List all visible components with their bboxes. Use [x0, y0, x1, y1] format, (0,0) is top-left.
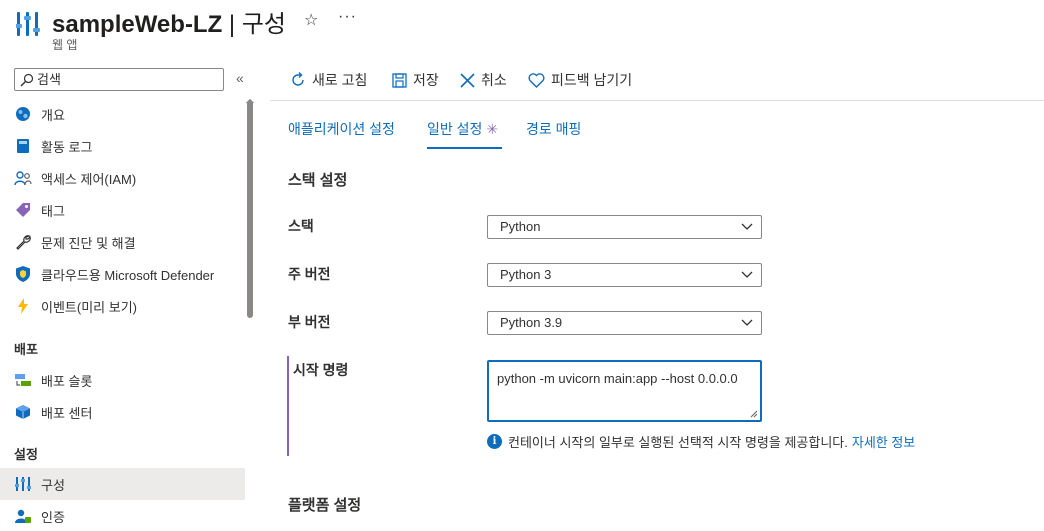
startup-command-label: 시작 명령: [293, 362, 349, 378]
minor-version-dropdown[interactable]: Python 3.9: [487, 311, 762, 335]
help-text: 컨테이너 시작의 일부로 실행된 선택적 시작 명령을 제공합니다.: [508, 435, 848, 450]
feedback-button[interactable]: 피드백 남기기: [528, 70, 632, 90]
search-icon: [20, 73, 34, 87]
slots-icon: [14, 371, 32, 389]
sidebar-item-events[interactable]: 이벤트(미리 보기): [0, 290, 245, 322]
sidebar-item-label: 인증: [41, 509, 65, 525]
stack-settings-heading: 스택 설정: [288, 172, 348, 189]
sidebar-item-overview[interactable]: 개요: [0, 98, 245, 130]
config-icon: [14, 475, 32, 493]
section-header-settings: 설정: [14, 447, 38, 462]
tab-general-settings[interactable]: 일반 설정 ✳: [427, 119, 498, 139]
sidebar-item-label: 클라우드용 Microsoft Defender: [41, 267, 215, 283]
page-title: sampleWeb-LZ | 구성: [52, 4, 286, 39]
stack-label: 스택: [288, 218, 314, 234]
blade-header: sampleWeb-LZ | 구성 ☆ ··· 웹 앱: [0, 0, 1044, 58]
major-version-dropdown[interactable]: Python 3: [487, 263, 762, 287]
minor-version-label: 부 버전: [288, 314, 331, 330]
sidebar-item-authentication[interactable]: 인증: [0, 500, 245, 531]
tag-icon: [14, 201, 32, 219]
config-tabs: 애플리케이션 설정 일반 설정 ✳ 경로 매핑: [270, 101, 1044, 151]
scrollbar-thumb[interactable]: [247, 100, 253, 318]
sidebar-item-label: 배포 슬롯: [41, 373, 93, 389]
discard-button[interactable]: 취소: [460, 70, 507, 90]
stack-dropdown[interactable]: Python: [487, 215, 762, 239]
section-header-deployment: 배포: [14, 342, 38, 357]
title-separator: |: [222, 11, 242, 38]
configuration-icon: [16, 12, 40, 36]
search-input[interactable]: [37, 70, 217, 89]
learn-more-link[interactable]: 자세한 정보: [852, 432, 915, 451]
resource-type: 웹 앱: [52, 38, 78, 52]
startup-command-value: python -m uvicorn main:app --host 0.0.0.…: [497, 371, 738, 386]
sidebar-item-defender[interactable]: 클라우드용 Microsoft Defender: [0, 258, 245, 290]
sidebar-item-label: 구성: [41, 477, 65, 493]
startup-command-help: i 컨테이너 시작의 일부로 실행된 선택적 시작 명령을 제공합니다. 자세한…: [487, 432, 915, 451]
tab-path-mappings[interactable]: 경로 매핑: [526, 119, 581, 139]
lightning-icon: [14, 297, 32, 315]
sidebar-item-tags[interactable]: 태그: [0, 194, 245, 226]
save-icon: [392, 72, 407, 88]
blade-name: 구성: [241, 11, 286, 38]
save-label: 저장: [413, 72, 439, 88]
chevron-down-icon: [741, 223, 753, 230]
sidebar-item-deployment-slots[interactable]: 배포 슬롯: [0, 364, 245, 396]
sidebar-item-label: 개요: [41, 107, 65, 123]
sidebar-item-configuration[interactable]: 구성: [0, 468, 245, 500]
startup-command-textarea[interactable]: python -m uvicorn main:app --host 0.0.0.…: [487, 360, 762, 422]
save-button[interactable]: 저장: [392, 70, 439, 90]
major-version-label: 주 버전: [288, 266, 331, 282]
auth-icon: [14, 507, 32, 525]
sidebar-item-access-control[interactable]: 액세스 제어(IAM): [0, 162, 245, 194]
people-icon: [14, 169, 32, 187]
modified-field-marker: [287, 356, 289, 456]
discard-label: 취소: [481, 72, 507, 88]
more-options-icon[interactable]: ···: [338, 8, 357, 26]
close-icon: [460, 72, 475, 88]
sidebar-item-label: 문제 진단 및 해결: [41, 235, 136, 251]
chevron-down-icon: [741, 271, 753, 278]
major-version-value: Python 3: [500, 267, 552, 282]
sidebar-item-diagnose[interactable]: 문제 진단 및 해결: [0, 226, 245, 258]
refresh-label: 새로 고침: [312, 72, 368, 88]
command-bar: 새로 고침 저장 취소 피드백 남기기: [270, 58, 1044, 101]
resource-name: sampleWeb-LZ: [52, 11, 223, 38]
refresh-icon: [292, 72, 304, 86]
menu-scrollbar[interactable]: [247, 100, 253, 531]
heart-icon: [528, 72, 545, 88]
globe-icon: [14, 105, 32, 123]
cube-icon: [14, 403, 32, 421]
resource-menu: « 개요 활동 로그 액세스 제어(IAM) 태그 문제 진단 및 해결: [0, 58, 258, 531]
shield-icon: [14, 265, 32, 283]
menu-search-box[interactable]: [14, 68, 224, 91]
wrench-icon: [14, 233, 32, 251]
sidebar-item-deployment-center[interactable]: 배포 센터: [0, 396, 245, 428]
modified-indicator-icon: ✳: [486, 121, 499, 137]
favorite-star-icon[interactable]: ☆: [304, 10, 318, 30]
sidebar-item-label: 액세스 제어(IAM): [41, 171, 137, 187]
collapse-menu-icon[interactable]: «: [236, 70, 244, 86]
tab-label: 일반 설정: [427, 121, 483, 137]
sidebar-item-activity-log[interactable]: 활동 로그: [0, 130, 245, 162]
sidebar-item-label: 이벤트(미리 보기): [41, 299, 137, 315]
sidebar-item-label: 태그: [41, 203, 65, 219]
stack-value: Python: [500, 219, 541, 234]
sidebar-item-label: 활동 로그: [41, 139, 93, 155]
minor-version-value: Python 3.9: [500, 315, 563, 330]
resize-handle-icon[interactable]: [750, 410, 758, 418]
sidebar-item-label: 배포 센터: [41, 405, 93, 421]
tab-application-settings[interactable]: 애플리케이션 설정: [288, 119, 395, 139]
feedback-label: 피드백 남기기: [551, 72, 633, 88]
info-icon: i: [487, 434, 502, 449]
platform-settings-heading: 플랫폼 설정: [288, 497, 362, 514]
refresh-button[interactable]: 새로 고침: [290, 70, 367, 90]
chevron-down-icon: [741, 319, 753, 326]
log-icon: [14, 137, 32, 155]
active-tab-indicator: [427, 147, 502, 149]
